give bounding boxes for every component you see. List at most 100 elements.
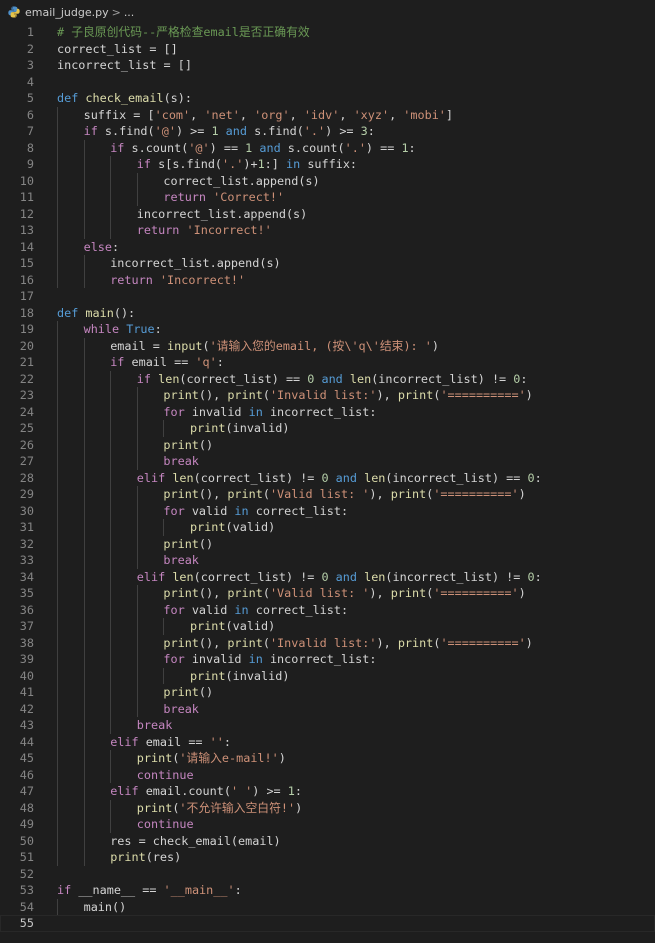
code-line[interactable]: 27 break — [0, 453, 655, 470]
code-token: 'q' — [195, 355, 217, 369]
code-line[interactable]: 40 print(invalid) — [0, 667, 655, 684]
line-number: 7 — [26, 124, 34, 138]
code-line[interactable]: 44 elif email == '': — [0, 733, 655, 750]
code-line[interactable]: 8 if s.count('@') == 1 and s.count('.') =… — [0, 139, 655, 156]
code-line[interactable]: 30 for valid in correct_list: — [0, 502, 655, 519]
code-line[interactable]: 18 def main(): — [0, 305, 655, 322]
code-line[interactable]: 43 break — [0, 717, 655, 734]
code-text: elif len(correct_list) != 0 and len(inco… — [137, 470, 542, 487]
indent-guide — [136, 387, 138, 404]
code-text: print(valid) — [190, 519, 275, 536]
code-line[interactable]: 42 break — [0, 700, 655, 717]
code-token: 3 — [360, 124, 368, 138]
code-line[interactable]: 35 print(), print('Valid list: '), print(… — [0, 585, 655, 602]
code-line[interactable]: 16 return 'Incorrect!' — [0, 271, 655, 288]
code-line[interactable]: 17 — [0, 288, 655, 305]
code-token: print — [190, 668, 226, 683]
code-line[interactable]: 54 main() — [0, 898, 655, 916]
code-line[interactable]: 10 correct_list.append(s) — [0, 172, 655, 189]
code-line[interactable]: 48 print('不允许输入空白符!') — [0, 799, 655, 816]
code-line[interactable]: 32 print() — [0, 535, 655, 552]
code-token: if — [136, 157, 159, 171]
line-number: 43 — [19, 718, 34, 732]
code-line[interactable]: 1 # 子良原创代码--严格检查email是否正确有效 — [0, 24, 655, 41]
code-line[interactable]: 4 — [0, 74, 655, 91]
chevron-right-icon: > — [111, 5, 121, 19]
code-line[interactable]: 38 print(), print('Invalid list:'), print… — [0, 634, 655, 651]
code-token: 0 — [527, 569, 535, 584]
code-line[interactable]: 50 res = check_email(email) — [0, 832, 655, 849]
indent-guide — [57, 519, 58, 536]
code-line[interactable]: 15 incorrect_list.append(s) — [0, 255, 655, 272]
breadcrumb-more[interactable]: ... — [124, 6, 135, 19]
code-editor[interactable]: 1 # 子良原创代码--严格检查email是否正确有效 2 correct_list … — [0, 24, 655, 943]
code-token: ) == — [209, 140, 246, 155]
code-line[interactable]: 34 elif len(correct_list) != 0 and len(in… — [0, 568, 655, 586]
code-line[interactable]: 53 if __name__ == '__main__': — [0, 882, 655, 899]
code-line[interactable]: 13 return 'Incorrect!' — [0, 222, 655, 239]
code-text: print(valid) — [190, 618, 275, 635]
code-token: for — [163, 652, 192, 666]
code-line[interactable]: 37 print(valid) — [0, 618, 655, 635]
indent-guide — [57, 618, 58, 635]
code-line[interactable]: 3 incorrect_list = [] — [0, 57, 655, 74]
indent-guide — [136, 453, 138, 470]
code-token: main() — [83, 899, 127, 914]
code-line[interactable]: 45 print('请输入e-mail!') — [0, 750, 655, 767]
code-line[interactable]: 23 print(), print('Invalid list:'), print… — [0, 387, 655, 404]
code-line[interactable]: 29 print(), print('Valid list: '), print(… — [0, 486, 655, 503]
code-line[interactable]: 24 for invalid in incorrect_list: — [0, 403, 655, 420]
code-token: '请输入您的email, (按\'q\'结束): ' — [209, 338, 432, 353]
code-line[interactable]: 14 else: — [0, 238, 655, 255]
indent-guide — [57, 337, 58, 354]
line-number: 3 — [26, 58, 34, 72]
code-token: , — [389, 107, 404, 122]
code-token: () — [198, 536, 214, 551]
code-line[interactable]: 26 print() — [0, 436, 655, 453]
code-line[interactable]: 12 incorrect_list.append(s) — [0, 205, 655, 223]
code-line[interactable]: 49 continue — [0, 816, 655, 833]
code-text: main() — [84, 899, 127, 916]
indent-guide — [136, 700, 138, 717]
indent-guide — [83, 271, 85, 288]
code-line[interactable]: 46 continue — [0, 766, 655, 783]
line-number: 1 — [26, 25, 34, 39]
code-line[interactable]: 9 if s[s.find('.')+1:] in suffix: — [0, 156, 655, 173]
code-token: s.find( — [254, 124, 304, 138]
code-token: (incorrect_list) != — [371, 371, 514, 386]
code-line[interactable]: 25 print(invalid) — [0, 420, 655, 437]
code-line[interactable]: 36 for valid in correct_list: — [0, 601, 655, 618]
indent-guide — [57, 667, 58, 684]
line-number: 19 — [19, 322, 34, 336]
code-token: : — [234, 883, 242, 897]
code-line[interactable]: 19 while True: — [0, 321, 655, 338]
code-line[interactable]: 5 def check_email(s): — [0, 90, 655, 107]
code-line[interactable]: 51 print(res) — [0, 849, 655, 866]
code-text: elif len(correct_list) != 0 and len(inco… — [137, 569, 542, 586]
code-line[interactable]: 22 if len(correct_list) == 0 and len(inco… — [0, 370, 655, 387]
code-token: :] — [264, 157, 279, 171]
code-line[interactable]: 31 print(valid) — [0, 519, 655, 536]
code-line[interactable]: 39 for invalid in incorrect_list: — [0, 651, 655, 668]
code-token: '==========' — [440, 388, 526, 402]
code-line[interactable]: 2 correct_list = [] — [0, 41, 655, 58]
code-line[interactable]: 6 suffix = ['com', 'net', 'org', 'idv', '… — [0, 106, 655, 123]
code-token: return — [136, 223, 187, 237]
code-line[interactable]: 20 email = input('请输入您的email, (按\'q\'结束):… — [0, 337, 655, 354]
breadcrumb-file[interactable]: email_judge.py — [25, 6, 109, 19]
code-line[interactable]: 55 — [0, 915, 655, 932]
code-line[interactable]: 7 if s.find('@') >= 1 and s.find('.') >= … — [0, 123, 655, 140]
code-line[interactable]: 11 return 'Correct!' — [0, 189, 655, 206]
code-line[interactable]: 21 if email == 'q': — [0, 354, 655, 371]
code-line[interactable]: 47 elif email.count(' ') >= 1: — [0, 783, 655, 800]
line-number: 29 — [19, 487, 34, 501]
code-line[interactable]: 41 print() — [0, 684, 655, 701]
indent-guide — [57, 585, 58, 602]
code-text: incorrect_list.append(s) — [137, 206, 307, 223]
indent-guide — [83, 832, 85, 849]
code-line[interactable]: 52 — [0, 866, 655, 883]
code-text: incorrect_list = [] — [57, 57, 192, 74]
line-number: 40 — [19, 668, 34, 683]
code-line[interactable]: 28 elif len(correct_list) != 0 and len(in… — [0, 469, 655, 487]
code-line[interactable]: 33 break — [0, 552, 655, 569]
